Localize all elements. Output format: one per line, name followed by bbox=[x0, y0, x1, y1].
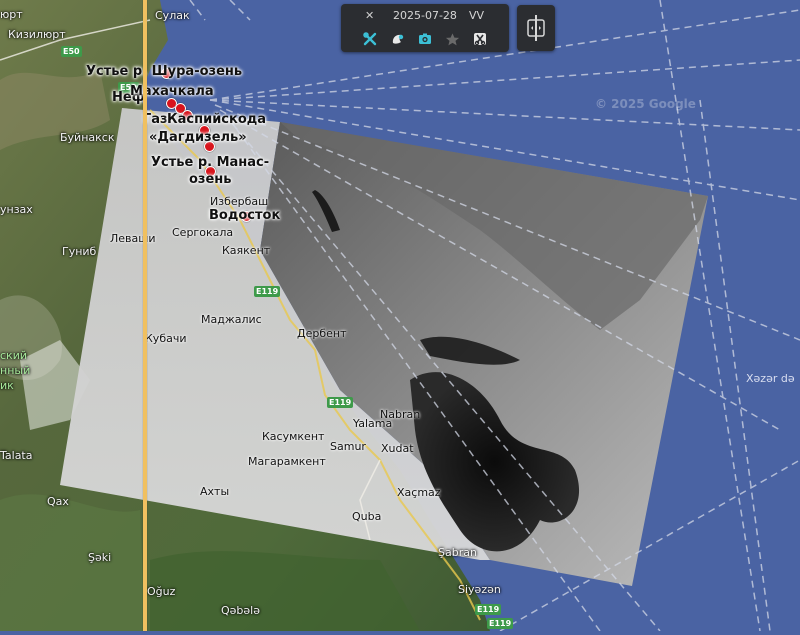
place-label: Xaçmaz bbox=[397, 486, 441, 499]
place-label: Дербент bbox=[297, 327, 347, 340]
tools-small-icon[interactable]: ✕ bbox=[365, 9, 374, 22]
highway-badge: E119 bbox=[327, 397, 354, 408]
highway-badge: E50 bbox=[61, 46, 82, 57]
place-label: юрт bbox=[0, 8, 23, 21]
place-label: Гуниб bbox=[62, 245, 97, 258]
camera-icon[interactable] bbox=[412, 28, 438, 50]
layers-icon[interactable] bbox=[385, 28, 411, 50]
place-label: Yalama bbox=[353, 417, 393, 430]
date-toolbar: ✕ 2025-07-28 VV bbox=[341, 4, 509, 52]
tool-row bbox=[341, 28, 509, 50]
place-label: Şabran bbox=[438, 546, 477, 559]
forest-belt bbox=[150, 551, 420, 631]
star-icon[interactable] bbox=[439, 28, 465, 50]
place-label: Samur bbox=[330, 440, 366, 453]
date-label[interactable]: 2025-07-28 bbox=[393, 9, 457, 22]
place-label: унзах bbox=[0, 203, 33, 216]
place-label: Şəki bbox=[88, 551, 112, 564]
map-watermark: © 2025 Google bbox=[595, 97, 696, 111]
sea-label: Xəzər də bbox=[746, 372, 795, 385]
place-label: Буйнакск bbox=[60, 131, 115, 144]
place-label: Маджалис bbox=[201, 313, 262, 326]
place-label: ский bbox=[0, 349, 27, 362]
marker-label-kaspiyskoda: Каспийскода bbox=[167, 112, 267, 127]
place-label: Talata bbox=[0, 449, 33, 462]
place-label: Касумкент bbox=[262, 430, 325, 443]
place-label: Кизилюрт bbox=[8, 28, 66, 41]
place-label: Xudat bbox=[381, 442, 414, 455]
marker-label-dagdizel: «Дагдизель» bbox=[149, 130, 247, 145]
split-compare-icon bbox=[527, 15, 545, 41]
place-label: Сулак bbox=[155, 9, 190, 22]
valley bbox=[0, 494, 145, 631]
date-row: ✕ 2025-07-28 VV bbox=[341, 7, 509, 25]
marker-label-manas-2: озень bbox=[189, 172, 232, 187]
place-label: Oğuz bbox=[147, 585, 176, 598]
place-label: Сергокала bbox=[172, 226, 234, 239]
place-label: ик bbox=[0, 379, 14, 392]
place-label: Каякент bbox=[222, 244, 271, 257]
marker-label-vodostok: Водосток bbox=[209, 208, 281, 223]
place-label: Кубачи bbox=[145, 332, 187, 345]
highway-badge: E119 bbox=[475, 604, 502, 615]
place-label: Siyəzən bbox=[458, 583, 501, 596]
place-label: Qax bbox=[47, 495, 69, 508]
scissors-icon[interactable] bbox=[467, 28, 493, 50]
place-label: Избербаш bbox=[210, 195, 269, 208]
marker-label-manas-1: Устье р. Манас- bbox=[151, 155, 270, 170]
place-label: нный bbox=[0, 364, 31, 377]
marker-label-shura: Устье р. Шура-озень bbox=[86, 64, 243, 79]
place-label: Ахты bbox=[200, 485, 230, 498]
place-label: Магарамкент bbox=[248, 455, 326, 468]
place-label: Qəbələ bbox=[221, 604, 260, 617]
highway-badge: E119 bbox=[254, 286, 281, 297]
highway-badge: E119 bbox=[487, 618, 514, 629]
tools-icon[interactable] bbox=[357, 28, 383, 50]
polarization-label[interactable]: VV bbox=[469, 9, 484, 22]
place-label: Леваши bbox=[110, 232, 156, 245]
swipe-divider[interactable] bbox=[143, 0, 147, 631]
place-label: Quba bbox=[352, 510, 382, 523]
split-compare-button[interactable] bbox=[517, 5, 555, 51]
